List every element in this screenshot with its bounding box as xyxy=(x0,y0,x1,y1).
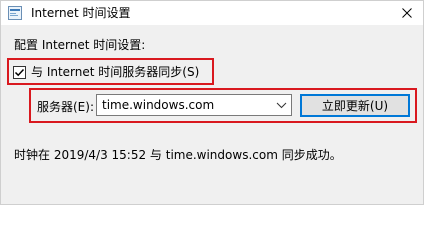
server-label: 服务器(E): xyxy=(37,100,94,114)
sync-checkbox-row[interactable]: 与 Internet 时间服务器同步(S) xyxy=(13,64,199,80)
title-bar: Internet 时间设置 xyxy=(1,1,423,25)
sync-checkbox[interactable] xyxy=(13,65,26,79)
sync-checkbox-label: 与 Internet 时间服务器同步(S) xyxy=(31,65,200,79)
intro-text: 配置 Internet 时间设置: xyxy=(14,38,146,52)
sync-status-text: 时钟在 2019/4/3 15:52 与 time.windows.com 同步… xyxy=(14,148,342,162)
internet-time-settings-dialog: Internet 时间设置 配置 Internet 时间设置: 与 Intern… xyxy=(0,0,424,205)
chevron-down-icon xyxy=(276,102,287,109)
server-value: time.windows.com xyxy=(102,98,215,112)
server-combobox[interactable]: time.windows.com xyxy=(96,94,292,116)
update-now-button[interactable]: 立即更新(U) xyxy=(300,94,410,117)
internet-time-icon xyxy=(8,6,22,20)
checkmark-icon xyxy=(14,68,25,76)
window-title: Internet 时间设置 xyxy=(31,6,131,20)
close-icon xyxy=(402,8,412,18)
close-button[interactable] xyxy=(393,1,421,25)
